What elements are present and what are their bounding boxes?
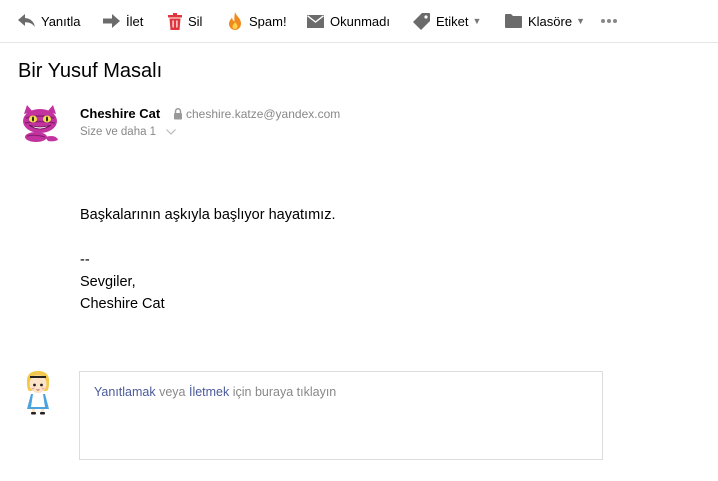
caret-down-icon: ▼ <box>576 16 585 26</box>
caret-down-icon: ▼ <box>472 16 482 26</box>
trash-icon <box>168 12 182 30</box>
spam-button[interactable]: Spam! <box>227 10 287 32</box>
user-avatar <box>22 369 54 415</box>
chevron-down-icon <box>166 126 177 138</box>
signature-name: Cheshire Cat <box>80 296 165 312</box>
forward-link[interactable]: İletmek <box>189 385 229 399</box>
tag-icon <box>413 12 430 30</box>
label-button[interactable]: Etiket ▼ <box>413 10 481 32</box>
folder-icon <box>505 14 522 28</box>
spam-label: Spam! <box>249 13 287 29</box>
reply-hint: Yanıtlamak veya İletmek için buraya tıkl… <box>94 385 336 399</box>
signature-separator: -- <box>80 252 90 268</box>
message-subject: Bir Yusuf Masalı <box>18 60 163 82</box>
move-to-folder-button[interactable]: Klasöre ▼ <box>505 10 585 32</box>
sender-avatar[interactable] <box>18 104 62 144</box>
reply-link[interactable]: Yanıtlamak <box>94 385 156 399</box>
message-body-line: Başkalarının aşkıyla başlıyor hayatımız. <box>80 207 336 223</box>
folder-label: Klasöre <box>528 13 573 29</box>
envelope-icon <box>307 14 324 28</box>
signature-greeting: Sevgiler, <box>80 274 136 290</box>
reply-icon <box>18 14 35 28</box>
reply-hint-rest: için buraya tıklayın <box>229 385 337 399</box>
quick-reply-box[interactable]: Yanıtlamak veya İletmek için buraya tıkl… <box>79 371 603 460</box>
reply-hint-or: veya <box>155 385 189 399</box>
forward-button[interactable]: İlet <box>103 10 143 32</box>
mark-unread-button[interactable]: Okunmadı <box>307 10 390 32</box>
alice-avatar-icon <box>26 371 50 415</box>
recipients-summary: Size ve daha 1 <box>80 126 157 138</box>
delete-button[interactable]: Sil <box>168 10 202 32</box>
fire-icon <box>227 12 243 30</box>
forward-arrow-icon <box>103 14 120 28</box>
delete-label: Sil <box>188 13 203 29</box>
lock-icon <box>173 107 183 125</box>
more-button[interactable] <box>600 10 618 32</box>
sender-email[interactable]: cheshire.katze@yandex.com <box>186 107 340 121</box>
toolbar: Yanıtla İlet Sil Spam! Okunmadı Etiket ▼ <box>0 0 718 43</box>
unread-label: Okunmadı <box>330 13 390 29</box>
cheshire-cat-avatar-icon <box>23 105 58 142</box>
reply-button[interactable]: Yanıtla <box>18 10 81 32</box>
label-label: Etiket <box>436 13 469 29</box>
sender-name[interactable]: Cheshire Cat <box>80 106 160 121</box>
forward-label: İlet <box>126 13 144 29</box>
reply-label: Yanıtla <box>41 13 81 29</box>
recipients-toggle[interactable]: Size ve daha 1 <box>80 126 177 138</box>
more-dots-icon <box>600 18 618 24</box>
